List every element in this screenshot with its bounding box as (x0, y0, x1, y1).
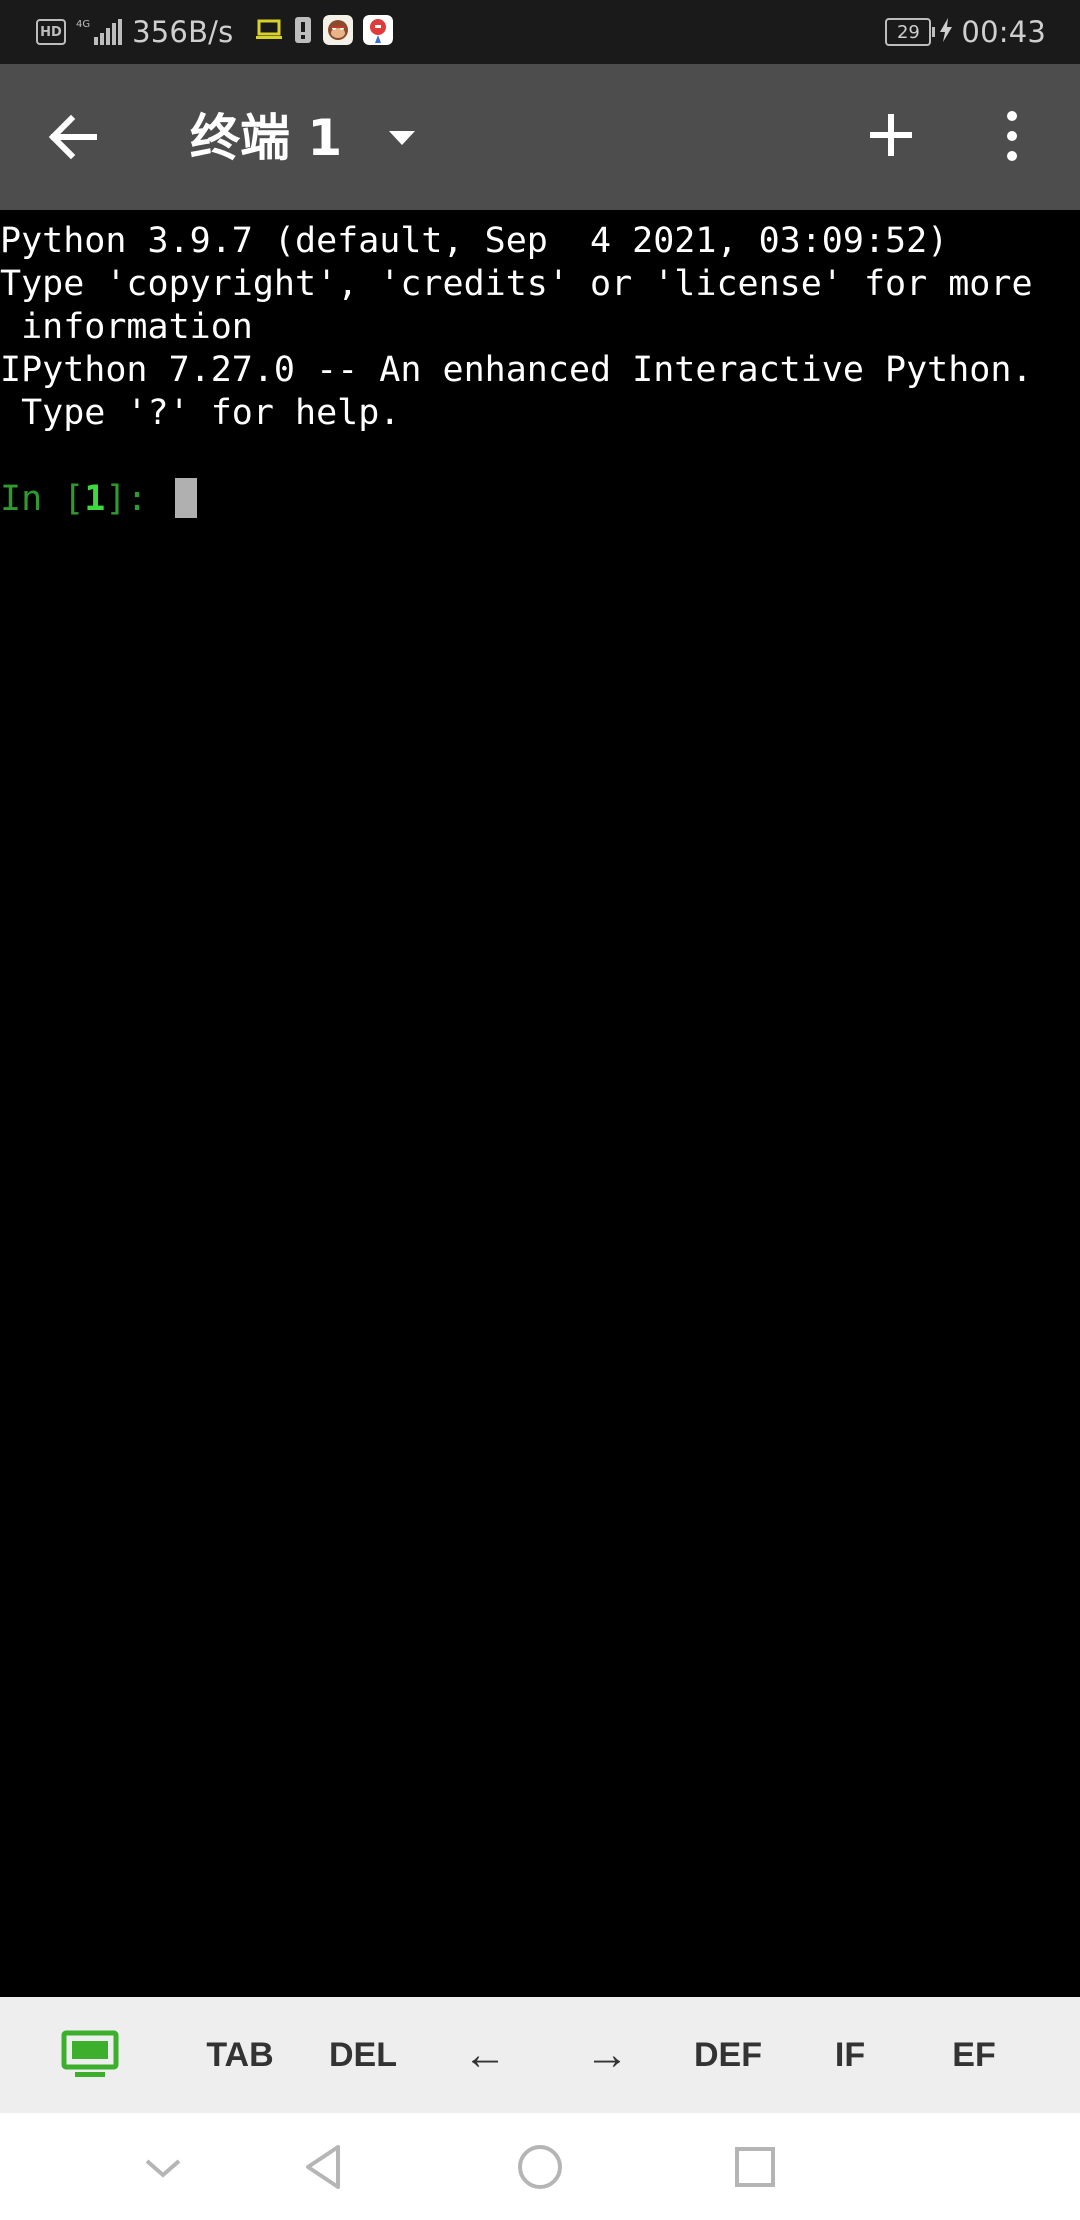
dropdown-arrow-icon (389, 131, 415, 145)
nav-home-button[interactable] (510, 2137, 570, 2197)
screen: HD 4G 356B/s 29 00:43 终端 1 Python 3.9.7 … (0, 0, 1080, 2220)
laptop-icon (255, 18, 283, 46)
key-ef[interactable]: EF (914, 1997, 1034, 2113)
signal-icon: 4G (76, 19, 123, 45)
key-def[interactable]: DEF (668, 1997, 788, 2113)
balloon-app-icon (363, 15, 394, 49)
battery-level: 29 (896, 21, 920, 43)
net-speed: 356B/s (132, 15, 234, 49)
system-nav-bar (0, 2113, 1080, 2220)
terminal-line: Python 3.9.7 (default, Sep 4 2021, 03:09… (0, 221, 949, 261)
add-icon (870, 114, 912, 156)
nav-recents-button[interactable] (725, 2137, 785, 2197)
input-prompt: In [1]: (0, 478, 169, 521)
key-right-arrow[interactable]: → (547, 1997, 667, 2113)
hide-keyboard-icon (145, 2159, 181, 2178)
more-options-button[interactable] (992, 106, 1032, 166)
prompt-suffix: ]: (105, 479, 169, 519)
status-bar: HD 4G 356B/s 29 00:43 (0, 0, 1080, 64)
app-bar: 终端 1 (0, 64, 1080, 210)
key-left-arrow[interactable]: ← (425, 1997, 545, 2113)
more-vert-icon (1007, 111, 1017, 161)
prompt-prefix: In [ (0, 479, 85, 519)
terminal-line: IPython 7.27.0 -- An enhanced Interactiv… (0, 350, 1033, 390)
back-button[interactable] (40, 104, 106, 170)
prompt-number: 1 (84, 479, 106, 519)
monkey-app-icon (323, 15, 354, 49)
back-arrow-icon (48, 114, 97, 160)
keyboard-toggle-icon (61, 2030, 119, 2077)
network-type-label: 4G (76, 19, 91, 30)
sim-icon (293, 15, 313, 49)
recents-square-icon (735, 2147, 775, 2187)
terminal-line: Type '?' for help. (0, 393, 401, 433)
nav-back-button[interactable] (294, 2137, 354, 2197)
clock: 00:43 (961, 15, 1046, 49)
key-if[interactable]: IF (790, 1997, 910, 2113)
key-del[interactable]: DEL (303, 1997, 423, 2113)
new-session-button[interactable] (862, 106, 920, 164)
terminal-line: information (0, 307, 253, 347)
hide-keyboard-button[interactable] (133, 2137, 193, 2197)
text-cursor (175, 478, 197, 518)
key-tab[interactable]: TAB (180, 1997, 300, 2113)
home-circle-icon (518, 2145, 562, 2189)
terminal-title[interactable]: 终端 1 (190, 106, 342, 170)
terminal-line: Type 'copyright', 'credits' or 'license'… (0, 264, 1033, 304)
terminal-view[interactable]: Python 3.9.7 (default, Sep 4 2021, 03:09… (0, 210, 1080, 1997)
session-dropdown-button[interactable] (383, 119, 421, 157)
extra-keys-bar: TAB DEL ← → DEF IF EF (0, 1997, 1080, 2113)
hd-icon: HD (36, 19, 66, 45)
back-triangle-icon (306, 2145, 340, 2189)
charging-icon (939, 18, 953, 46)
battery-icon: 29 (885, 18, 936, 46)
keyboard-toggle-button[interactable] (30, 1997, 150, 2113)
